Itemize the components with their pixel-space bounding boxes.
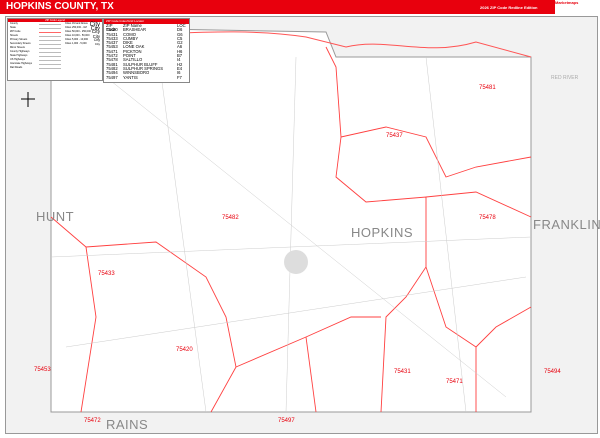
legend-line-symbol — [39, 50, 61, 53]
legend-line-symbol — [39, 62, 61, 65]
legend-line-symbol — [39, 30, 61, 33]
neighbor-franklin: FRANKLIN — [533, 217, 600, 232]
legend-line-symbol — [39, 22, 61, 25]
table-cell: 75497 — [106, 74, 118, 80]
county-area — [50, 26, 532, 413]
neighbor-rains: RAINS — [106, 417, 149, 432]
legend-item-label: Rail Roads — [10, 66, 23, 69]
zip-label: 75431 — [394, 369, 411, 375]
edition-label: 2026 ZIP Code Redline Edition — [480, 5, 538, 10]
county-label: HOPKINS — [351, 225, 414, 240]
zip-label: 75471 — [446, 379, 463, 385]
sulphur-springs-city — [284, 250, 308, 274]
table-cell: YANTIS — [123, 74, 138, 80]
river-label: RED RIVER — [551, 75, 579, 81]
map-legend: ZIP Code Legend County State ZIP Code Stree… — [7, 18, 103, 81]
publisher-logo: Marketmaps — [555, 0, 600, 14]
legend-line-symbol — [39, 46, 61, 49]
zip-label: 75420 — [176, 347, 193, 353]
zip-label: 75437 — [386, 133, 403, 139]
city-sample: City — [94, 42, 100, 46]
zip-label: 75478 — [479, 215, 496, 221]
compass-rose — [21, 92, 35, 107]
zip-label: 75453 — [34, 367, 51, 373]
legend-item: Rail Roads — [8, 66, 63, 70]
legend-line-symbol — [39, 54, 61, 57]
zip-index-table: ZIP Code Index/Grid Locator ZIP Code ZIP … — [103, 18, 190, 83]
zip-label: 75497 — [278, 418, 295, 424]
neighbor-hunt: HUNT — [36, 209, 75, 224]
zip-label: 75482 — [222, 215, 239, 221]
legend-line-symbol — [39, 34, 61, 37]
map-title: HOPKINS COUNTY, TX — [6, 1, 114, 12]
legend-city-size: Cities 1,000 - 5,000 City — [63, 42, 102, 46]
zip-label: 75481 — [479, 85, 496, 91]
table-cell: F7 — [177, 74, 182, 80]
legend-line-symbol — [39, 42, 61, 45]
logo-text: Marketmaps — [555, 0, 579, 5]
city-size-label: Cities 1,000 - 5,000 — [65, 42, 87, 45]
header-bar: HOPKINS COUNTY, TX 2026 ZIP Code Redline… — [0, 0, 600, 14]
legend-line-symbol — [39, 58, 61, 61]
zip-label: 75472 — [84, 418, 101, 424]
zip-label: 75433 — [98, 271, 115, 277]
table-row: 75497 YANTIS F7 — [104, 74, 189, 80]
legend-line-symbol — [39, 66, 61, 69]
legend-line-symbol — [39, 26, 61, 29]
zip-label: 75494 — [544, 369, 561, 375]
legend-line-symbol — [39, 38, 61, 41]
